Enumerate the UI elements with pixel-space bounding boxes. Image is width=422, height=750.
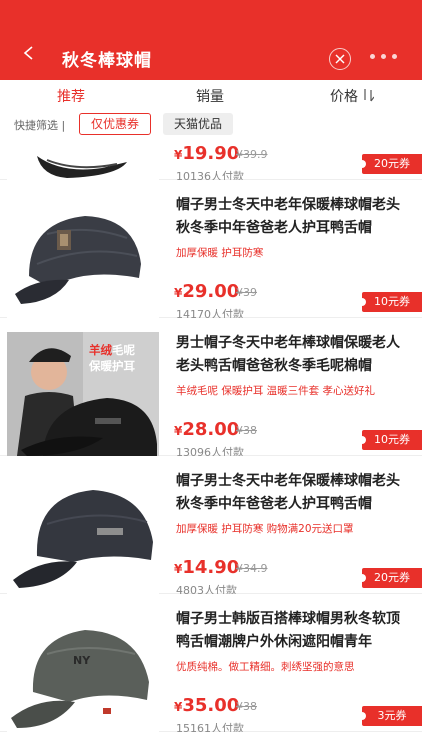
product-item[interactable] [0, 732, 422, 750]
sort-bar: 推荐 销量 价格 [0, 80, 422, 110]
product-image [7, 140, 159, 180]
product-price: ¥14.90 [174, 557, 240, 578]
product-item[interactable]: 帽子男士冬天中老年保暖棒球帽老头秋冬季中年爸爸老人护耳鸭舌帽 加厚保暖 护耳防寒… [0, 180, 422, 321]
filter-label: 快捷筛选 | [14, 119, 66, 132]
product-price: ¥19.90 [174, 143, 240, 164]
top-bar: 秋冬棒球帽 [0, 0, 422, 80]
promo-tags: 优质纯棉。做工精细。刺绣坚强的意思 [176, 661, 355, 673]
original-price: ¥39 [236, 286, 257, 299]
coupon-badge[interactable]: 3元券 [358, 706, 422, 726]
original-price: ¥34.9 [236, 562, 268, 575]
promo-tags: 加厚保暖 护耳防寒 [176, 247, 264, 259]
tab-sales[interactable]: 销量 [196, 86, 224, 106]
close-button[interactable] [329, 48, 351, 70]
coupon-badge[interactable]: 20元券 [358, 568, 422, 588]
promo-tags: 羊绒毛呢 保暖护耳 温暖三件套 孝心送好礼 [176, 385, 376, 397]
product-title[interactable]: 帽子男士冬天中老年保暖棒球帽老头秋冬季中年爸爸老人护耳鸭舌帽 [176, 194, 406, 240]
page-title: 秋冬棒球帽 [62, 51, 152, 71]
tab-price[interactable]: 价格 [330, 86, 358, 106]
more-dots-icon[interactable] [370, 54, 400, 62]
product-title[interactable]: 帽子男士冬天中老年保暖棒球帽老头秋冬季中年爸爸老人护耳鸭舌帽 [176, 470, 406, 516]
original-price: ¥38 [236, 700, 257, 713]
product-price: ¥35.00 [174, 695, 240, 716]
product-image: 羊绒毛呢 保暖护耳 [7, 332, 159, 456]
original-price: ¥38 [236, 424, 257, 437]
tmall-chip[interactable]: 天猫优品 [163, 113, 233, 135]
chevron-left-icon[interactable] [22, 46, 36, 60]
product-item[interactable]: ¥19.90 ¥39.9 10136人付款 20元券 [0, 140, 422, 183]
product-item[interactable]: 帽子男士冬天中老年保暖棒球帽老头秋冬季中年爸爸老人护耳鸭舌帽 加厚保暖 护耳防寒… [0, 456, 422, 597]
product-image [7, 470, 159, 594]
sort-arrows-icon [364, 89, 374, 102]
close-icon [335, 54, 345, 64]
product-image [7, 194, 159, 318]
product-title[interactable]: 男士帽子冬天中老年棒球帽保暖老人老头鸭舌帽爸爸秋冬季毛呢棉帽 [176, 332, 406, 378]
image-badge: 羊绒毛呢 保暖护耳 [89, 343, 135, 373]
product-price: ¥28.00 [174, 419, 240, 440]
product-image: NY [7, 608, 159, 732]
coupon-badge[interactable]: 20元券 [358, 154, 422, 174]
product-list: ¥19.90 ¥39.9 10136人付款 20元券 帽子男士冬天中老年保暖棒球… [0, 140, 422, 750]
coupon-badge[interactable]: 10元券 [358, 292, 422, 312]
product-price: ¥29.00 [174, 281, 240, 302]
product-item[interactable]: 羊绒毛呢 保暖护耳 男士帽子冬天中老年棒球帽保暖老人老头鸭舌帽爸爸秋冬季毛呢棉帽… [0, 318, 422, 459]
promo-tags: 加厚保暖 护耳防寒 购物满20元送口罩 [176, 523, 354, 535]
filter-bar: 快捷筛选 | 仅优惠券 天猫优品 [0, 110, 422, 140]
coupon-only-chip[interactable]: 仅优惠券 [79, 113, 151, 135]
product-item[interactable]: NY 帽子男士韩版百搭棒球帽男秋冬软顶鸭舌帽潮牌户外休闲遮阳帽青年 优质纯棉。做… [0, 594, 422, 735]
svg-text:NY: NY [73, 654, 91, 667]
original-price: ¥39.9 [236, 148, 268, 161]
tab-recommend[interactable]: 推荐 [57, 86, 85, 106]
product-title[interactable]: 帽子男士韩版百搭棒球帽男秋冬软顶鸭舌帽潮牌户外休闲遮阳帽青年 [176, 608, 406, 654]
coupon-badge[interactable]: 10元券 [358, 430, 422, 450]
